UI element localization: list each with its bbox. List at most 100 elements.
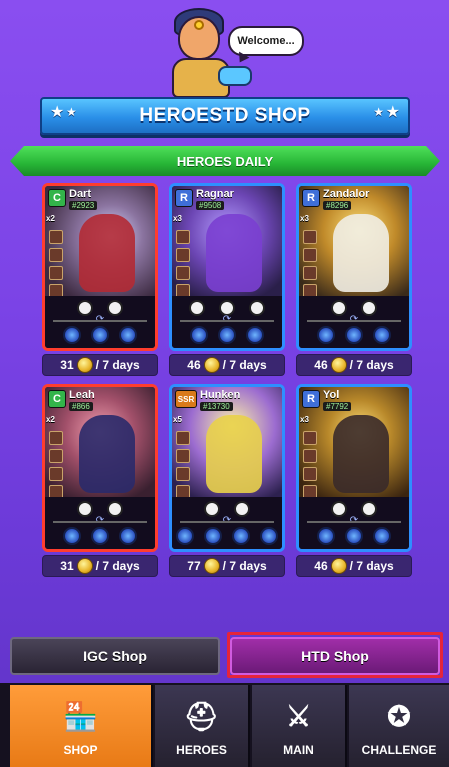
element-icon: [345, 527, 363, 545]
element-icon: [317, 527, 335, 545]
price-tag[interactable]: 46 / 7 days: [296, 354, 412, 376]
ability-icon: [331, 300, 347, 316]
hero-card-yol[interactable]: R Yol #7792 x3 ⟳: [296, 384, 412, 552]
skill-icon: [303, 449, 317, 463]
element-row: [45, 527, 155, 545]
skill-column: [49, 230, 63, 302]
price-value: 46: [314, 559, 328, 573]
skill-column: [303, 431, 317, 503]
htd-coin-icon: [76, 357, 93, 373]
skill-icon: [49, 248, 63, 262]
element-icon: [373, 326, 391, 344]
price-tag[interactable]: 46 / 7 days: [169, 354, 285, 376]
skill-column: [49, 431, 63, 503]
divider: [53, 521, 147, 523]
hero-card-hunken[interactable]: SSR Hunken #13730 x5 ⟳: [169, 384, 285, 552]
hero-figure: [206, 415, 262, 493]
nav-shop-label: SHOP: [63, 743, 98, 757]
price-period: / 7 days: [222, 559, 267, 573]
element-icon: [63, 326, 81, 344]
skill-column: [303, 230, 317, 302]
element-icon: [218, 326, 236, 344]
element-row: [299, 326, 409, 344]
divider: [307, 320, 401, 322]
element-icon: [246, 326, 264, 344]
rank-badge: R: [175, 189, 193, 207]
hero-figure: [79, 214, 135, 292]
nav-challenge-button[interactable]: ✪ CHALLENGE: [349, 685, 449, 767]
nav-heroes-button[interactable]: ⛑ HEROES: [155, 685, 250, 767]
hero-card-zandalor[interactable]: R Zandalor #8296 x3 ⟳: [296, 183, 412, 351]
element-icon: [232, 527, 250, 545]
igc-shop-tab[interactable]: IGC Shop: [10, 637, 220, 675]
price-value: 31: [60, 358, 74, 372]
nav-main-label: MAIN: [283, 743, 314, 757]
heroes-daily-ribbon: HEROES DAILY: [10, 146, 440, 176]
copies-count: x3: [173, 214, 182, 223]
hero-id: #13730: [200, 402, 233, 411]
hero-figure: [79, 415, 135, 493]
element-icon: [63, 527, 81, 545]
price-value: 31: [60, 559, 74, 573]
speech-bubble: Welcome...: [228, 26, 304, 56]
skill-icon: [303, 230, 317, 244]
hero-name: Zandalor: [323, 188, 370, 200]
star-icon: ★: [373, 105, 384, 119]
skill-icon: [49, 230, 63, 244]
price-value: 77: [187, 559, 201, 573]
price-period: / 7 days: [349, 559, 394, 573]
element-icon: [91, 326, 109, 344]
element-icon: [204, 527, 222, 545]
hero-figure: [333, 214, 389, 292]
ability-icon: [107, 300, 123, 316]
skill-icon: [176, 449, 190, 463]
copies-count: x5: [173, 415, 182, 424]
element-icon: [345, 326, 363, 344]
helmet-icon: ⛑: [183, 700, 220, 732]
hero-name: Hunken: [200, 389, 241, 401]
ability-icon: [77, 300, 93, 316]
ability-icon: [189, 300, 205, 316]
mascot-arm: [218, 66, 252, 86]
copies-count: x3: [300, 415, 309, 424]
divider: [180, 521, 274, 523]
page-title: HEROESTD SHOP: [139, 105, 311, 126]
element-row: [45, 326, 155, 344]
skill-icon: [49, 266, 63, 280]
skill-icon: [303, 248, 317, 262]
price-tag[interactable]: 31 / 7 days: [42, 354, 158, 376]
ability-icon: [361, 501, 377, 517]
ability-icon: [249, 300, 265, 316]
skill-icon: [176, 467, 190, 481]
element-icon: [373, 527, 391, 545]
star-icon: ★: [66, 105, 77, 119]
price-tag[interactable]: 77 / 7 days: [169, 555, 285, 577]
skill-icon: [303, 431, 317, 445]
hero-card-dart[interactable]: C Dart #2923 x2 ⟳: [42, 183, 158, 351]
price-tag[interactable]: 46 / 7 days: [296, 555, 412, 577]
ability-icon: [107, 501, 123, 517]
rank-badge: R: [302, 189, 320, 207]
element-icon: [119, 326, 137, 344]
skill-icon: [176, 248, 190, 262]
skill-icon: [176, 266, 190, 280]
htd-shop-highlight: [227, 632, 443, 678]
hero-card-ragnar[interactable]: R Ragnar #9508 x3 ⟳: [169, 183, 285, 351]
hero-id: #866: [69, 402, 93, 411]
price-tag[interactable]: 31 / 7 days: [42, 555, 158, 577]
nav-shop-button[interactable]: 🏪 SHOP: [10, 685, 153, 767]
skill-icon: [49, 431, 63, 445]
shop-stall-icon: 🏪: [63, 700, 98, 732]
htd-coin-icon: [330, 558, 347, 574]
nav-main-button[interactable]: ⚔ MAIN: [252, 685, 347, 767]
hero-name: Dart: [69, 188, 92, 200]
hero-id: #8296: [323, 201, 352, 210]
price-value: 46: [187, 358, 201, 372]
element-icon: [91, 527, 109, 545]
hero-card-leah[interactable]: C Leah #866 x2 ⟳: [42, 384, 158, 552]
skill-icon: [49, 449, 63, 463]
ability-icon: [361, 300, 377, 316]
ability-icon: [77, 501, 93, 517]
copies-count: x2: [46, 415, 55, 424]
htd-coin-icon: [330, 357, 347, 373]
